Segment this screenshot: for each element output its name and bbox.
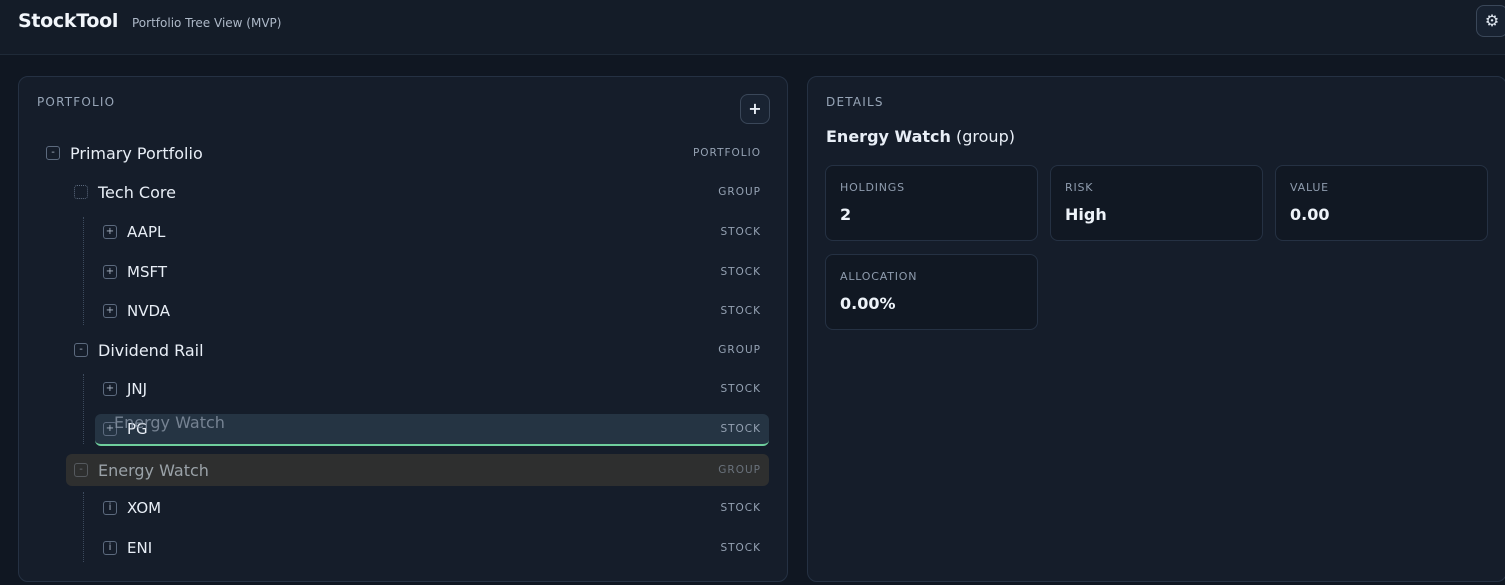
add-node-button[interactable]: + — [740, 94, 770, 124]
node-type-tag: STOCK — [720, 226, 761, 238]
node-type-tag: STOCK — [720, 542, 761, 554]
tree-row-label: Energy Watch — [98, 460, 209, 480]
gear-icon: ⚙ — [1484, 11, 1500, 30]
expand-toggle[interactable]: + — [103, 382, 117, 396]
tree-row-label: AAPL — [127, 223, 166, 241]
collapse-toggle[interactable]: - — [74, 343, 88, 357]
tree-row-nvda[interactable]: + NVDA STOCK — [103, 295, 769, 327]
details-panel-label: DETAILS — [826, 95, 884, 109]
tree-row-eni[interactable]: i ENI STOCK — [103, 532, 769, 564]
tree-row-label: MSFT — [127, 263, 167, 281]
tree-row-jnj[interactable]: + JNJ STOCK — [103, 373, 769, 405]
card-label: ALLOCATION — [840, 270, 918, 283]
collapse-toggle[interactable]: - — [74, 463, 88, 477]
tree-guide-line — [83, 492, 84, 562]
tree-row-label: Dividend Rail — [98, 340, 204, 360]
expand-toggle[interactable]: i — [103, 501, 117, 515]
collapse-toggle[interactable] — [74, 185, 88, 199]
tree-row-dividend-rail[interactable]: - Dividend Rail GROUP — [74, 334, 769, 366]
tree-guide-line — [83, 374, 84, 444]
tree-row-label: ENI — [127, 539, 153, 557]
app-title: StockTool — [18, 10, 119, 32]
collapse-toggle[interactable]: - — [46, 146, 60, 160]
expand-toggle[interactable]: + — [103, 225, 117, 239]
settings-button[interactable]: ⚙ — [1476, 5, 1505, 37]
tree-row-energy-watch[interactable]: - Energy Watch GROUP — [66, 454, 769, 486]
node-type-tag: STOCK — [720, 383, 761, 395]
expand-toggle[interactable]: + — [103, 304, 117, 318]
drag-ghost-label: Energy Watch — [114, 413, 225, 432]
node-type-tag: STOCK — [720, 266, 761, 278]
tree-row-msft[interactable]: + MSFT STOCK — [103, 256, 769, 288]
node-type-tag: GROUP — [718, 186, 761, 198]
portfolio-panel-label: PORTFOLIO — [37, 95, 116, 109]
card-label: HOLDINGS — [840, 181, 905, 194]
tree-row-tech-core[interactable]: Tech Core GROUP — [74, 176, 769, 208]
expand-toggle[interactable]: + — [103, 265, 117, 279]
node-type-tag: GROUP — [718, 344, 761, 356]
card-value: High — [1065, 205, 1107, 224]
tree-row-label: JNJ — [127, 380, 148, 398]
expand-toggle[interactable]: i — [103, 541, 117, 555]
portfolio-panel: PORTFOLIO + - Primary Portfolio PORTFOLI… — [18, 76, 788, 582]
app-subtitle: Portfolio Tree View (MVP) — [132, 16, 282, 30]
card-label: VALUE — [1290, 181, 1329, 194]
tree-row-label: Tech Core — [98, 182, 176, 202]
tree-row-label: NVDA — [127, 302, 171, 320]
card-value: 0.00% — [840, 294, 896, 313]
allocation-card: ALLOCATION 0.00% — [825, 254, 1038, 330]
value-card: VALUE 0.00 — [1275, 165, 1488, 241]
node-type-tag: STOCK — [720, 502, 761, 514]
risk-card: RISK High — [1050, 165, 1263, 241]
node-type-tag: STOCK — [720, 305, 761, 317]
details-node-kind: (group) — [956, 127, 1015, 146]
tree-row-xom[interactable]: i XOM STOCK — [103, 492, 769, 524]
node-type-tag: STOCK — [720, 423, 761, 435]
tree-row-aapl[interactable]: + AAPL STOCK — [103, 216, 769, 248]
holdings-card: HOLDINGS 2 — [825, 165, 1038, 241]
top-bar: StockTool Portfolio Tree View (MVP) ⚙ — [0, 0, 1505, 55]
node-type-tag: PORTFOLIO — [692, 147, 761, 159]
tree-row-primary-portfolio[interactable]: - Primary Portfolio PORTFOLIO — [46, 137, 769, 169]
card-value: 0.00 — [1290, 205, 1330, 224]
tree-guide-line — [83, 217, 84, 325]
card-value: 2 — [840, 205, 852, 224]
tree-row-label: Primary Portfolio — [70, 143, 203, 163]
details-title: Energy Watch (group) — [826, 127, 1015, 146]
details-panel: DETAILS Energy Watch (group) HOLDINGS 2 … — [807, 76, 1505, 582]
details-node-name: Energy Watch — [826, 127, 951, 146]
card-label: RISK — [1065, 181, 1094, 194]
node-type-tag: GROUP — [718, 464, 761, 476]
tree-row-label: XOM — [127, 499, 162, 517]
